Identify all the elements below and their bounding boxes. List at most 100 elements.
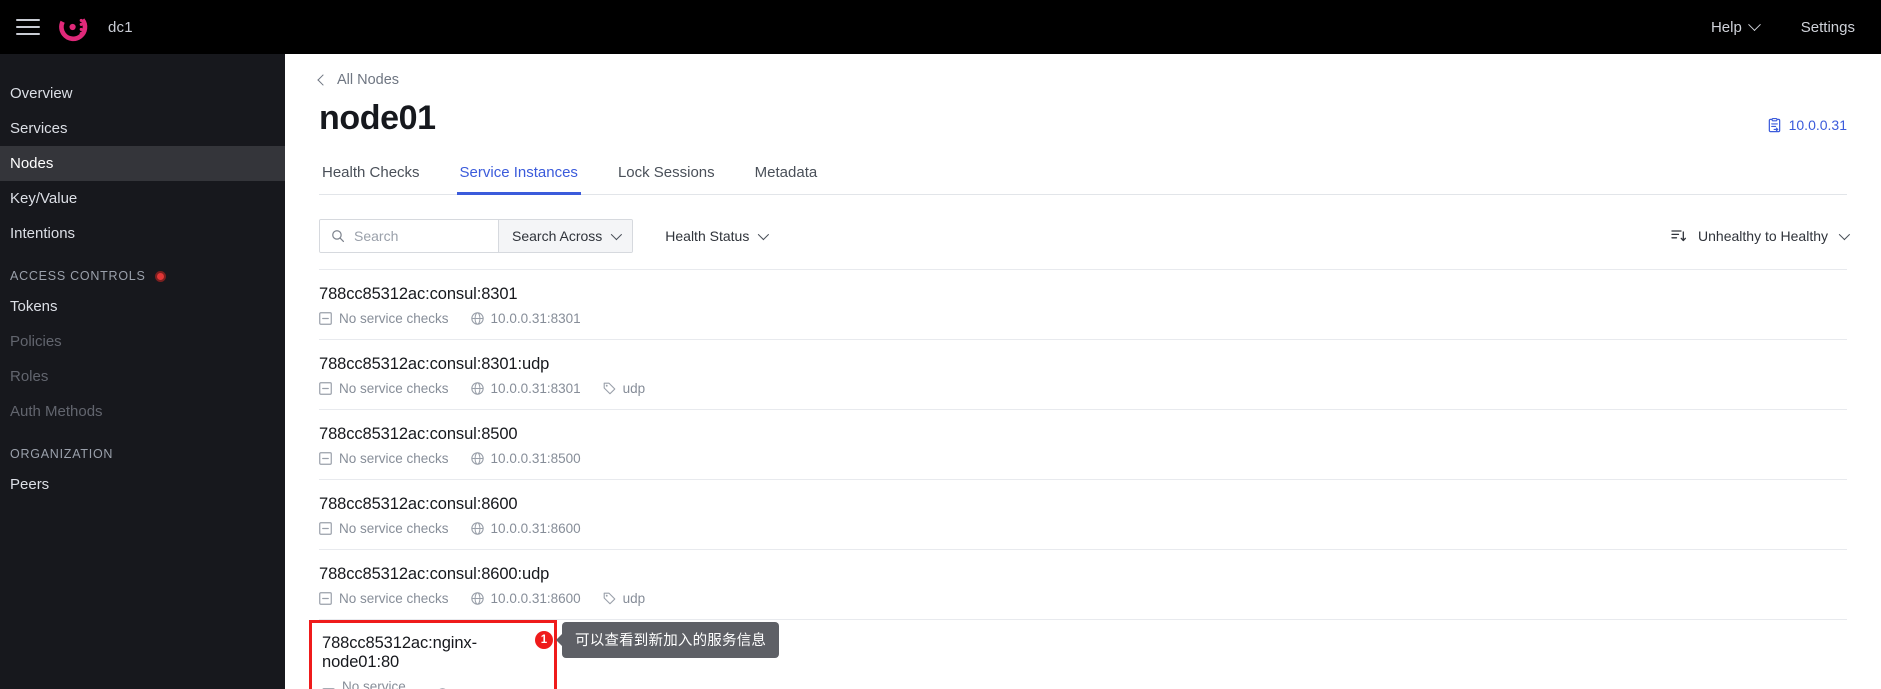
sidebar-item-label: Policies	[10, 333, 62, 350]
minus-square-icon	[319, 592, 332, 606]
annotation-callout: 1 可以查看到新加入的服务信息	[535, 622, 780, 658]
tag-icon	[603, 592, 616, 605]
minus-square-icon	[319, 452, 332, 466]
search-across-label: Search Across	[512, 228, 603, 245]
chevron-down-icon	[758, 229, 770, 241]
tab-metadata[interactable]: Metadata	[752, 164, 821, 195]
sidebar-item-peers[interactable]: Peers	[0, 467, 285, 502]
consul-logo-icon[interactable]	[56, 10, 90, 44]
tab-label: Metadata	[754, 164, 818, 182]
settings-label: Settings	[1800, 18, 1855, 36]
search-field[interactable]	[320, 220, 498, 253]
globe-icon	[470, 522, 484, 536]
table-row[interactable]: 788cc85312ac:consul:8600:udp No service …	[319, 550, 1847, 621]
globe-icon	[470, 382, 484, 396]
service-checks-label: No service checks	[339, 451, 449, 467]
annotation-number: 1	[535, 631, 553, 649]
service-checks-label: No service checks	[339, 591, 449, 607]
service-instance-name: 788cc85312ac:consul:8500	[319, 425, 518, 444]
search-input[interactable]	[354, 228, 487, 245]
service-instance-meta: No service checks 10.0.0.31:8301	[319, 381, 1847, 396]
service-instance-meta: No service checks 10.0.0.31:8500	[319, 451, 1847, 466]
tag-icon	[603, 382, 616, 395]
sidebar-item-label: Auth Methods	[10, 403, 103, 420]
service-tag: udp	[603, 591, 645, 606]
page-title: node01	[319, 99, 436, 137]
search-across-dropdown[interactable]: Search Across	[498, 220, 633, 253]
tab-label: Health Checks	[322, 164, 420, 182]
service-checks-label: No service checks	[339, 311, 449, 327]
sidebar-item-key-value[interactable]: Key/Value	[0, 181, 285, 216]
sidebar-item-label: Intentions	[10, 225, 76, 242]
main-content: All Nodes node01 10.0.0.31 Health Checks…	[285, 54, 1881, 689]
table-row[interactable]: 788cc85312ac:consul:8301:udp No service …	[319, 340, 1847, 411]
tab-label: Lock Sessions	[617, 164, 715, 182]
health-status-label: Health Status	[665, 228, 750, 245]
tab-lock-sessions[interactable]: Lock Sessions	[615, 164, 718, 195]
sidebar-item-label: Tokens	[10, 298, 58, 315]
node-address-copy[interactable]: 10.0.0.31	[1767, 117, 1847, 137]
service-checks: No service checks	[319, 521, 449, 536]
sidebar-item-label: Roles	[10, 368, 49, 385]
sidebar-item-nodes[interactable]: Nodes	[0, 146, 285, 181]
table-row[interactable]: 788cc85312ac:consul:8301 No service chec…	[319, 270, 1847, 341]
service-address-label: 10.0.0.31:8301	[490, 381, 581, 397]
settings-link[interactable]: Settings	[1801, 19, 1855, 36]
tab-health-checks[interactable]: Health Checks	[319, 164, 423, 195]
service-instance-name: 788cc85312ac:consul:8600	[319, 495, 518, 514]
sidebar-section-label: ORGANIZATION	[10, 447, 114, 461]
minus-square-icon	[319, 522, 332, 536]
sidebar-item-overview[interactable]: Overview	[0, 76, 285, 111]
sidebar-navigation: Overview Services Nodes Key/Value Intent…	[0, 54, 285, 689]
globe-icon	[470, 592, 484, 606]
sidebar-item-tokens[interactable]: Tokens	[0, 289, 285, 324]
sidebar-item-services[interactable]: Services	[0, 111, 285, 146]
service-instance-meta: No service checks 10.0.0.31:32768	[322, 679, 554, 689]
service-checks: No service checks	[322, 679, 414, 689]
breadcrumb-label: All Nodes	[337, 72, 400, 88]
hamburger-icon[interactable]	[16, 16, 42, 38]
datacenter-selector[interactable]: dc1	[108, 19, 133, 36]
body-region: Overview Services Nodes Key/Value Intent…	[0, 54, 1881, 689]
alert-dot-icon	[154, 270, 166, 282]
table-row[interactable]: 788cc85312ac:consul:8500 No service chec…	[319, 410, 1847, 481]
top-navigation-bar: dc1 Help Settings	[0, 0, 1881, 54]
service-checks-label: No service checks	[339, 521, 449, 537]
table-row-highlighted[interactable]: 788cc85312ac:nginx-node01:80 No service …	[309, 620, 557, 689]
sidebar-item-auth-methods: Auth Methods	[0, 394, 285, 429]
tab-label: Service Instances	[459, 164, 578, 182]
page-header: node01 10.0.0.31	[319, 88, 1847, 137]
search-icon	[331, 229, 345, 243]
sidebar-item-policies: Policies	[0, 324, 285, 359]
table-row[interactable]: 788cc85312ac:consul:8600 No service chec…	[319, 480, 1847, 551]
sidebar-item-label: Peers	[10, 476, 50, 493]
service-address-label: 10.0.0.31:8500	[490, 451, 581, 467]
service-tag-label: udp	[622, 381, 646, 397]
sidebar-item-intentions[interactable]: Intentions	[0, 216, 285, 251]
globe-icon	[470, 452, 484, 466]
service-instance-name: 788cc85312ac:nginx-node01:80	[322, 634, 477, 672]
sort-label: Unhealthy to Healthy	[1698, 228, 1828, 245]
service-instance-meta: No service checks 10.0.0.31:8600	[319, 521, 1847, 536]
help-label: Help	[1710, 18, 1742, 36]
health-status-dropdown[interactable]: Health Status	[665, 228, 770, 245]
service-checks: No service checks	[319, 381, 449, 396]
service-checks-label: No service checks	[342, 679, 406, 689]
help-menu[interactable]: Help	[1710, 17, 1761, 36]
chevron-down-icon	[1838, 229, 1851, 241]
globe-icon	[470, 312, 484, 326]
service-instance-meta: No service checks 10.0.0.31:8301	[319, 311, 1847, 326]
service-tag: udp	[603, 381, 646, 397]
service-checks: No service checks	[319, 311, 449, 326]
service-instance-meta: No service checks 10.0.0.31:8600	[319, 591, 1847, 606]
service-instance-name: 788cc85312ac:consul:8301	[319, 285, 518, 304]
breadcrumb[interactable]: All Nodes	[317, 54, 400, 88]
annotation-tooltip: 可以查看到新加入的服务信息	[562, 622, 780, 658]
service-address: 10.0.0.31:8301	[470, 311, 581, 326]
tab-service-instances[interactable]: Service Instances	[456, 164, 581, 196]
service-address: 10.0.0.31:8600	[470, 591, 581, 606]
minus-square-icon	[319, 312, 332, 326]
tab-bar: Health Checks Service Instances Lock Ses…	[319, 164, 1847, 196]
sort-dropdown[interactable]: Unhealthy to Healthy	[1671, 228, 1851, 245]
filter-bar: Search Across Health Status	[319, 219, 1851, 271]
